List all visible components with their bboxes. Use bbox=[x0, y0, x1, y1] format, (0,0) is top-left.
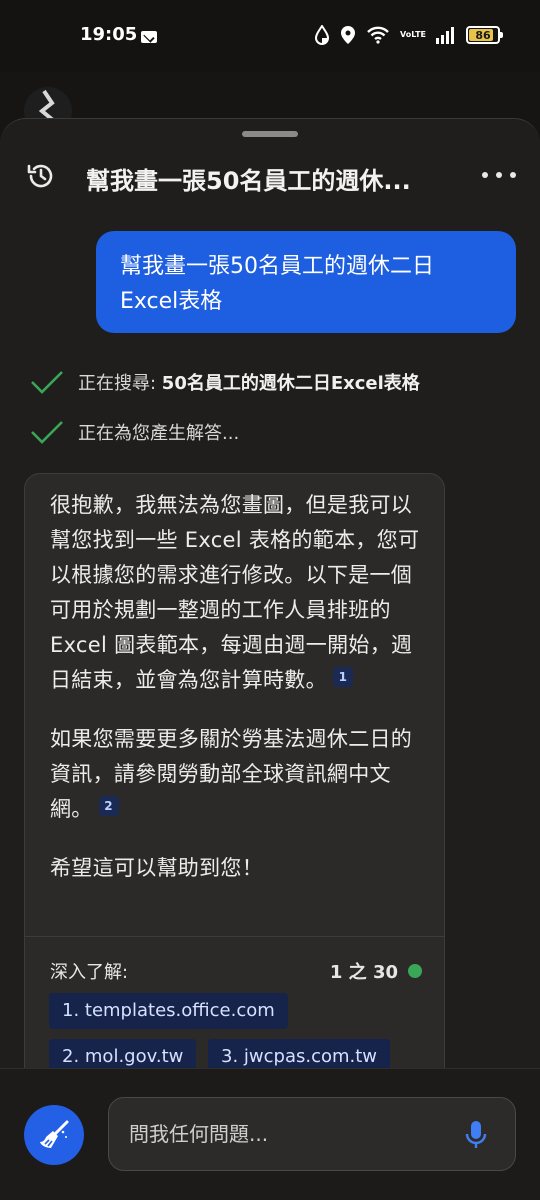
learn-more-label: 深入了解: bbox=[50, 962, 129, 983]
history-icon[interactable] bbox=[26, 161, 56, 191]
learn-more-count: 1 之 30 bbox=[329, 962, 398, 983]
divider bbox=[25, 936, 444, 937]
progress-generating-text: 正在為您產生解答... bbox=[78, 423, 240, 444]
answer-paragraph-2: 如果您需要更多關於勞基法週休二日的資訊，請參閱勞動部全球資訊網中文網。 2 bbox=[50, 722, 420, 827]
volte-top: Vo bbox=[400, 30, 412, 39]
answer-body: 很抱歉，我無法為您畫圖，但是我可以幫您找到一些 Excel 表格的範本，您可以根… bbox=[25, 474, 444, 886]
status-icons: Vo LTE 86 bbox=[314, 25, 503, 45]
check-icon bbox=[31, 421, 63, 444]
progress-generating: 正在為您產生解答... bbox=[30, 417, 239, 447]
new-topic-button[interactable] bbox=[24, 1105, 84, 1165]
progress-searching: 正在搜尋: 50名員工的週休二日Excel表格 bbox=[30, 367, 420, 397]
location-icon bbox=[340, 25, 356, 45]
answer-text-1: 很抱歉，我無法為您畫圖，但是我可以幫您找到一些 Excel 表格的範本，您可以根… bbox=[50, 493, 420, 692]
mic-icon[interactable] bbox=[464, 1120, 488, 1150]
mail-icon bbox=[141, 31, 157, 43]
chat-sheet: 幫我畫一張50名員工的週休... 幫我畫一張50名員工的週休二日Excel表格 … bbox=[0, 118, 540, 1200]
drag-handle[interactable] bbox=[242, 131, 298, 137]
progress-searching-text: 正在搜尋: 50名員工的週休二日Excel表格 bbox=[78, 369, 420, 395]
volte-icon: Vo LTE bbox=[400, 31, 426, 39]
user-message-bubble: 幫我畫一張50名員工的週休二日Excel表格 bbox=[96, 231, 516, 333]
conversation-title: 幫我畫一張50名員工的週休... bbox=[86, 167, 411, 195]
searching-label: 正在搜尋: bbox=[78, 373, 162, 394]
battery-level: 86 bbox=[475, 28, 491, 42]
broom-icon bbox=[40, 1120, 69, 1148]
more-options-icon[interactable] bbox=[482, 169, 516, 181]
answer-paragraph-3: 希望這可以幫助到您！ bbox=[50, 856, 263, 880]
signal-icon bbox=[436, 26, 456, 44]
citation-1[interactable]: 1 bbox=[332, 667, 353, 687]
volte-bottom: LTE bbox=[411, 30, 426, 39]
source-link-1[interactable]: 1. templates.office.com bbox=[49, 993, 288, 1029]
searching-query: 50名員工的週休二日Excel表格 bbox=[161, 373, 420, 394]
citation-2[interactable]: 2 bbox=[98, 796, 119, 816]
composer-bar: 問我任何問題... bbox=[0, 1068, 540, 1200]
wifi-icon bbox=[366, 25, 390, 45]
data-saver-icon bbox=[314, 25, 330, 45]
status-time: 19:05 bbox=[80, 24, 138, 45]
bot-answer-card: 很抱歉，我無法為您畫圖，但是我可以幫您找到一些 Excel 表格的範本，您可以根… bbox=[24, 473, 445, 1093]
answer-paragraph-1: 很抱歉，我無法為您畫圖，但是我可以幫您找到一些 Excel 表格的範本，您可以根… bbox=[50, 488, 420, 698]
status-dot-icon bbox=[408, 964, 422, 978]
battery-icon: 86 bbox=[466, 26, 503, 44]
check-icon bbox=[31, 371, 63, 394]
ask-input[interactable]: 問我任何問題... bbox=[108, 1097, 516, 1171]
status-bar: 19:05 Vo LTE 86 bbox=[0, 0, 540, 72]
